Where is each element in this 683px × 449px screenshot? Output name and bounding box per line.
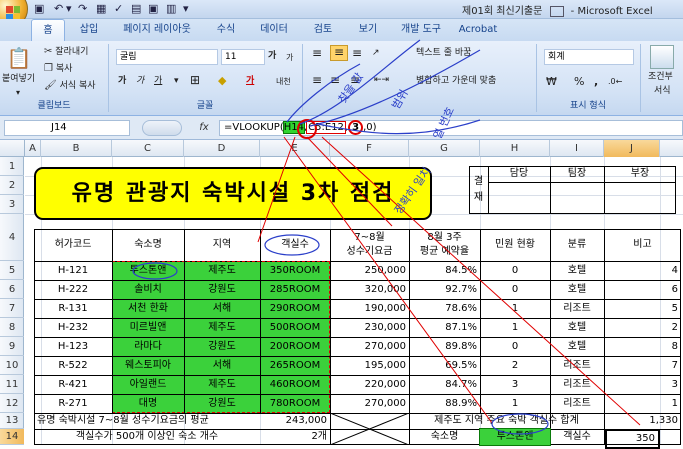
handwritten-annotations: 찾을 값 범위 열 번호 정확히 일치 [132, 39, 641, 435]
annotation-text: 열 번호 [431, 105, 457, 141]
annotation-text: 범위 [389, 87, 410, 111]
lookup-value-circle [132, 262, 178, 280]
arrow-to-result [321, 136, 641, 426]
lookup-input-circle [491, 413, 549, 435]
arrow-to-rooms [306, 136, 393, 227]
column-number-circle [297, 119, 317, 139]
arrow-to-range [257, 136, 296, 243]
annotation-text: 정확히 일치 [391, 164, 434, 216]
rooms-header-circle [264, 234, 320, 256]
arrow-to-lookup [283, 136, 493, 424]
